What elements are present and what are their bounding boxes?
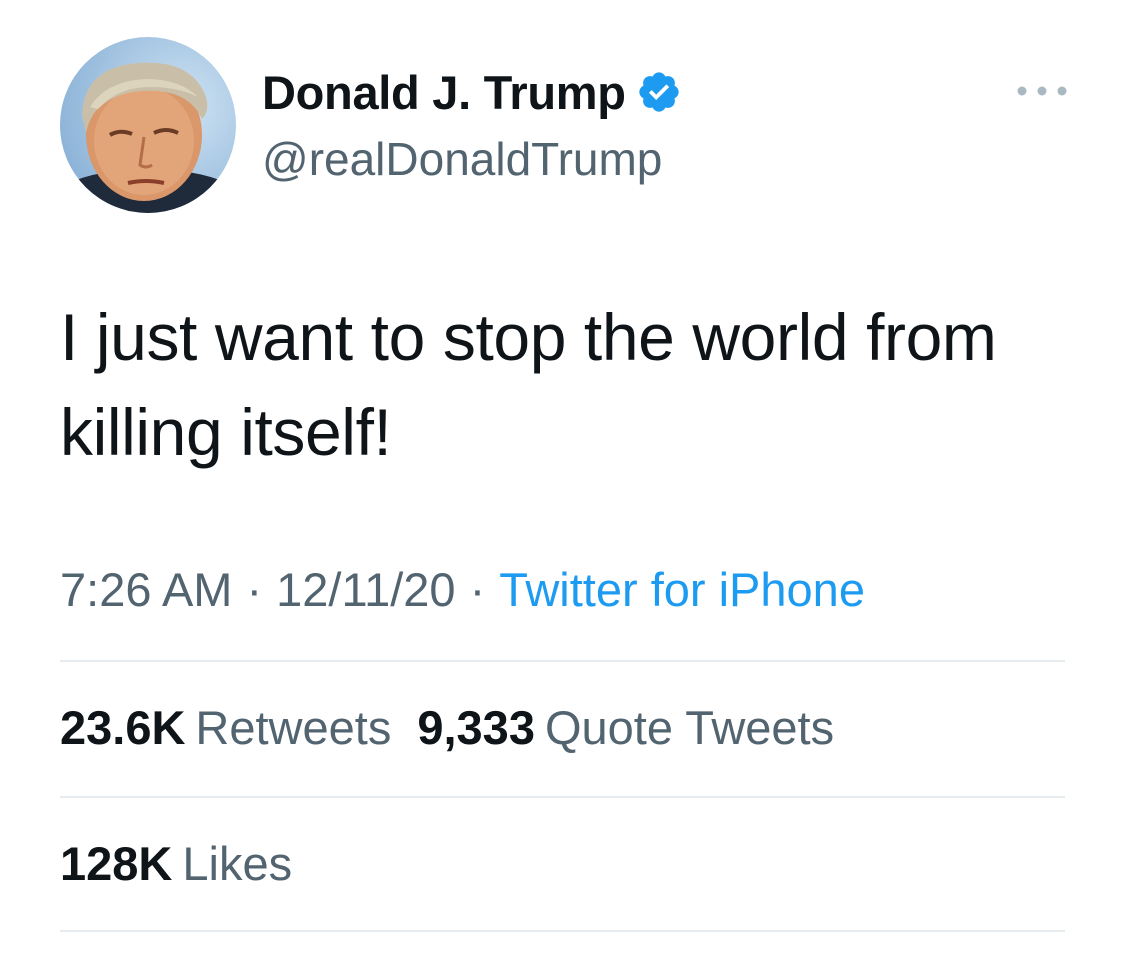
quote-tweets-count: 9,333 bbox=[417, 701, 535, 754]
retweets-count: 23.6K bbox=[60, 701, 186, 754]
retweets-label: Retweets bbox=[195, 701, 392, 754]
tweet-time[interactable]: 7:26 AM bbox=[60, 562, 232, 617]
quote-tweets-label: Quote Tweets bbox=[544, 701, 835, 754]
author-handle[interactable]: @realDonaldTrump bbox=[262, 132, 662, 186]
divider bbox=[60, 660, 1065, 662]
meta-separator: · bbox=[469, 563, 486, 616]
tweet-date[interactable]: 12/11/20 bbox=[276, 562, 455, 617]
divider bbox=[60, 796, 1065, 798]
author-display-name[interactable]: Donald J. Trump bbox=[262, 65, 626, 120]
likes-stat[interactable]: 128K Likes bbox=[60, 836, 292, 891]
likes-stats-row: 128K Likes bbox=[60, 836, 318, 891]
tweet-meta: 7:26 AM · 12/11/20 · Twitter for iPhone bbox=[60, 562, 865, 617]
author-name-row[interactable]: Donald J. Trump bbox=[262, 64, 682, 120]
tweet-detail: Donald J. Trump @realDonaldTrump I just … bbox=[0, 0, 1123, 963]
divider bbox=[60, 930, 1065, 932]
more-options-button[interactable] bbox=[1012, 78, 1072, 104]
avatar-image bbox=[60, 62, 236, 213]
verified-badge-icon bbox=[636, 69, 682, 115]
retweets-stat[interactable]: 23.6K Retweets bbox=[60, 700, 391, 755]
quote-tweets-stat[interactable]: 9,333 Quote Tweets bbox=[417, 700, 834, 755]
likes-label: Likes bbox=[182, 837, 293, 890]
likes-count: 128K bbox=[60, 837, 173, 890]
more-horizontal-icon bbox=[1017, 86, 1067, 96]
avatar[interactable] bbox=[60, 37, 236, 213]
tweet-text: I just want to stop the world from killi… bbox=[60, 300, 997, 469]
retweet-stats-row: 23.6K Retweets 9,333 Quote Tweets bbox=[60, 700, 860, 755]
tweet-source-link[interactable]: Twitter for iPhone bbox=[499, 562, 865, 617]
meta-separator: · bbox=[246, 563, 263, 616]
